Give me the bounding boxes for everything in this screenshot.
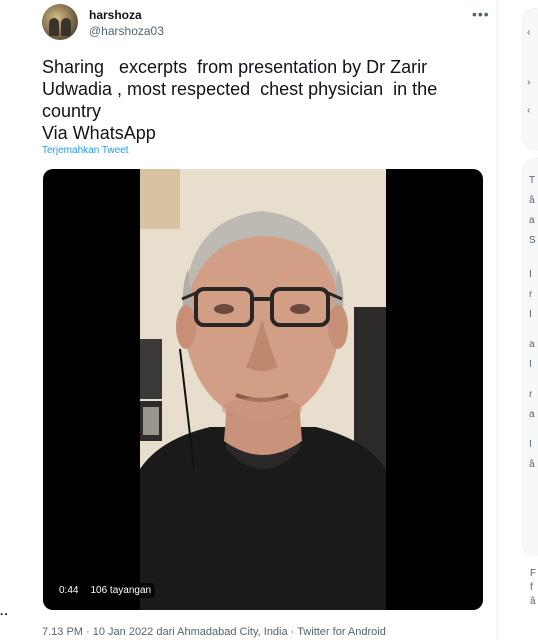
right-sidebar-card-top[interactable]: ‹ › ‹ [522, 8, 538, 150]
right-snippet-12: â [529, 459, 535, 470]
author-handle[interactable]: @harshoza03 [89, 24, 164, 38]
right-snippet-7: a [529, 339, 535, 350]
more-horizontal-icon[interactable]: ••• [472, 6, 490, 22]
right-snippet-1: â [529, 195, 535, 206]
right-snippet-10: a [529, 409, 535, 420]
right-snippet-8: I [529, 359, 532, 370]
avatar[interactable] [42, 4, 78, 40]
right-card-top-icon: ‹ [527, 27, 531, 38]
right-snippet-4: I [529, 269, 532, 280]
right-card-top-icon-3: ‹ [527, 105, 531, 116]
right-footer-snippet-2: â [530, 596, 536, 607]
video-badges: 0:44 106 tayangan [55, 583, 156, 598]
author-display-name[interactable]: harshoza [89, 8, 142, 22]
tweet-timestamp[interactable]: 7.13 PM · 10 Jan 2022 dari Ahmadabad Cit… [42, 626, 386, 638]
speaker-illustration [140, 169, 386, 610]
right-snippet-5: r [529, 289, 533, 300]
video-elapsed-time: 0:44 [55, 583, 83, 598]
tweet-text: Sharing excerpts from presentation by Dr… [42, 57, 438, 143]
right-snippet-9: r [529, 389, 533, 400]
right-snippet-11: I [529, 439, 532, 450]
video-player[interactable]: 0:44 106 tayangan [43, 169, 483, 610]
translate-tweet-link[interactable]: Terjemahkan Tweet [42, 145, 129, 156]
left-overflow-dots: .. [0, 604, 9, 618]
video-view-count: 106 tayangan [86, 583, 156, 598]
avatar-figure-right [61, 18, 71, 36]
right-footer-snippet-0: F [530, 568, 537, 579]
video-frame [140, 169, 386, 610]
right-footer-snippet-1: f [530, 582, 533, 593]
avatar-figure-left [49, 18, 59, 36]
right-snippet-3: S [529, 235, 536, 246]
right-snippet-6: I [529, 309, 532, 320]
right-sidebar-card-bottom[interactable]: T â a S I r I a I r a I â [522, 158, 538, 556]
right-card-top-icon-2: › [527, 77, 531, 88]
tweet-column: harshoza @harshoza03 ••• Sharing excerpt… [20, 0, 498, 640]
right-snippet-0: T [529, 175, 536, 186]
right-snippet-2: a [529, 215, 535, 226]
